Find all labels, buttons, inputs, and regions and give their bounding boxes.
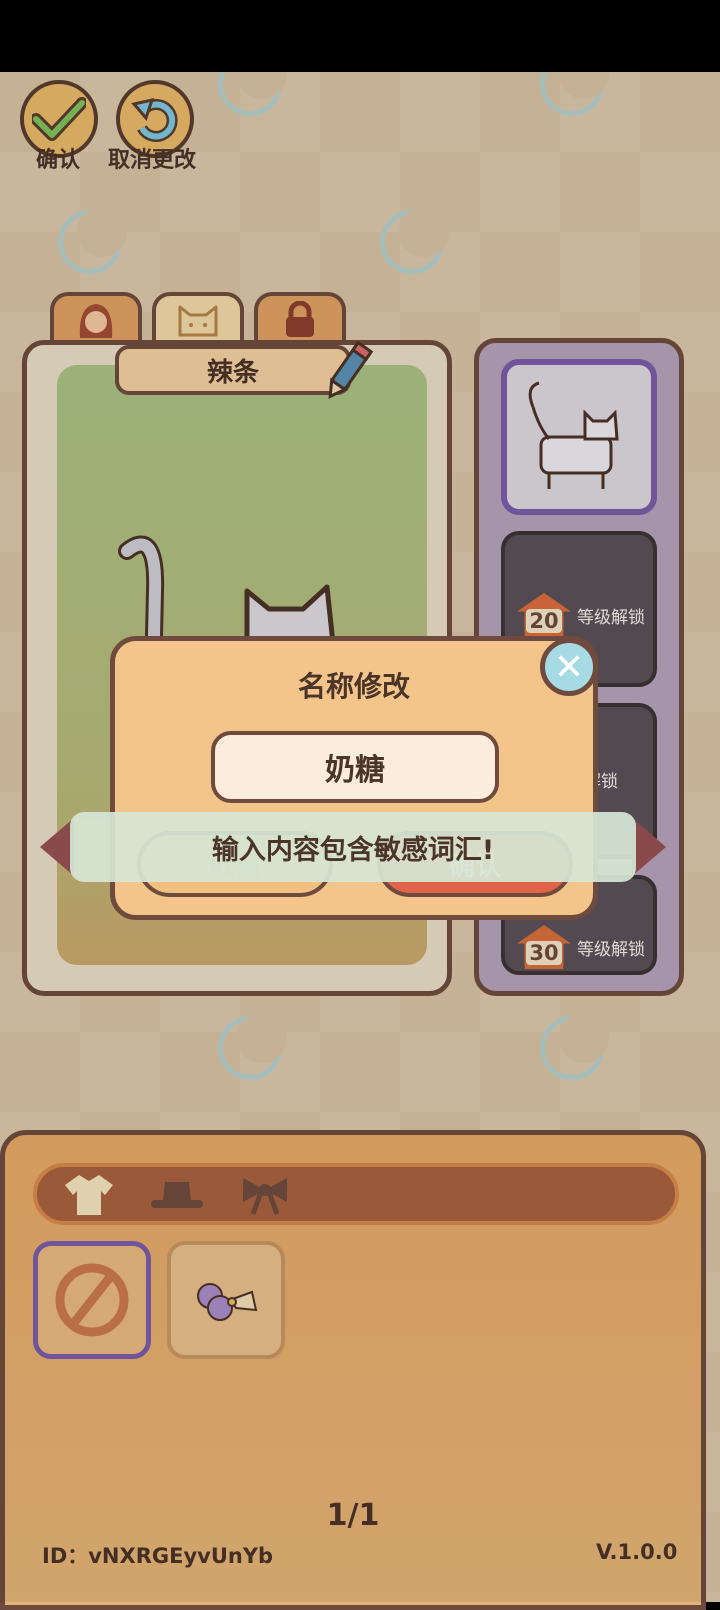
name-input[interactable]: 奶糖	[211, 731, 499, 803]
error-toast: 输入内容包含敏感词汇!	[40, 812, 666, 882]
dialog-title: 名称修改	[297, 670, 410, 703]
name-input-value: 奶糖	[325, 753, 385, 788]
toast-ribbon-right	[632, 818, 666, 876]
toast-ribbon-left	[40, 818, 74, 876]
close-button[interactable]: ✕	[540, 638, 598, 696]
close-icon: ✕	[553, 646, 585, 688]
toast-message: 输入内容包含敏感词汇!	[211, 834, 495, 866]
status-bar	[0, 0, 720, 72]
